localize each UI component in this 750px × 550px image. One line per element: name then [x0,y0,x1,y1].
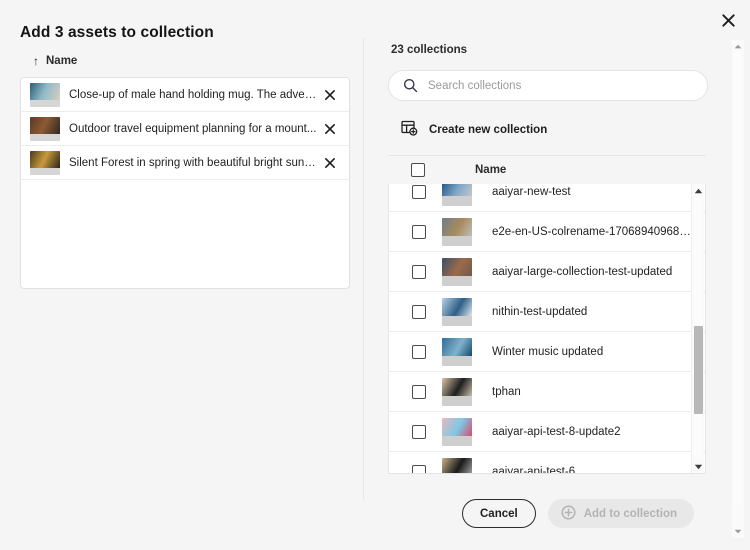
assets-name-column-label: Name [46,55,77,67]
scrollbar-thumb[interactable] [694,326,703,414]
collection-row[interactable]: Winter music updated [389,332,706,372]
page-title: Add 3 assets to collection [20,24,214,42]
create-new-collection-button[interactable]: Create new collection [388,117,708,143]
collection-thumbnail [442,418,472,446]
collection-row[interactable]: nithin-test-updated [389,292,706,332]
search-collections-field[interactable] [388,70,708,101]
collection-checkbox[interactable] [412,465,426,475]
asset-thumbnail [30,83,60,107]
collection-row[interactable]: aaiyar-large-collection-test-updated [389,252,706,292]
create-collection-icon [401,120,418,141]
collection-checkbox[interactable] [412,385,426,399]
chevron-up-icon [734,44,742,49]
collections-list: aaiyar-new-test e2e-en-US-colrename-17068… [388,184,706,474]
close-icon [324,123,336,135]
collection-name: aaiyar-api-test-6 [492,466,575,475]
sort-ascending-icon[interactable]: ↑ [33,55,39,67]
remove-asset-button[interactable] [317,82,343,108]
collection-checkbox[interactable] [412,425,426,439]
collection-thumbnail [442,258,472,286]
collections-name-column-label: Name [475,164,506,176]
search-input[interactable] [428,80,693,92]
collections-count-label: 23 collections [388,44,708,56]
search-icon [403,78,419,93]
collection-thumbnail [442,218,472,246]
close-icon [324,157,336,169]
scroll-up-button[interactable] [692,184,705,198]
collection-name: nithin-test-updated [492,306,587,318]
panel-divider [363,38,364,500]
collection-row[interactable]: aaiyar-api-test-6 [389,452,706,474]
dialog-footer: Cancel Add to collection [0,499,712,528]
collections-list-scrollbar[interactable] [691,184,704,474]
collection-row[interactable]: tphan [389,372,706,412]
chevron-down-icon [694,464,703,470]
collection-row[interactable]: aaiyar-api-test-8-update2 [389,412,706,452]
select-all-checkbox[interactable] [411,163,425,177]
collection-name: aaiyar-api-test-8-update2 [492,426,621,438]
asset-row: Close-up of male hand holding mug. The a… [21,78,349,112]
asset-row: Silent Forest in spring with beautiful b… [21,146,349,180]
collection-checkbox[interactable] [412,225,426,239]
create-new-collection-label: Create new collection [429,124,547,136]
assets-column-header: ↑ Name [20,50,350,72]
add-to-collection-label: Add to collection [584,508,677,520]
collection-thumbnail [442,378,472,406]
selected-assets-panel: ↑ Name Close-up of male hand holding mug… [20,50,350,289]
collection-row[interactable]: e2e-en-US-colrename-1706894096823 r... [389,212,706,252]
collection-checkbox[interactable] [412,185,426,199]
collection-thumbnail [442,298,472,326]
dialog-root: Add 3 assets to collection ↑ Name Close-… [0,0,750,550]
collections-table-header: Name [388,156,708,184]
remove-asset-button[interactable] [317,150,343,176]
collection-checkbox[interactable] [412,265,426,279]
asset-name: Outdoor travel equipment planning for a … [69,123,317,135]
plus-circle-icon [561,505,576,523]
close-icon [721,13,736,28]
selected-assets-list: Close-up of male hand holding mug. The a… [20,77,350,289]
collection-checkbox[interactable] [412,345,426,359]
asset-row: Outdoor travel equipment planning for a … [21,112,349,146]
collection-thumbnail [442,458,472,475]
page-scroll-up-button[interactable] [732,40,744,53]
chevron-up-icon [694,188,703,194]
asset-name: Silent Forest in spring with beautiful b… [69,157,317,169]
scroll-down-button[interactable] [692,460,705,474]
page-scroll-down-button[interactable] [732,525,744,538]
remove-asset-button[interactable] [317,116,343,142]
collection-row[interactable]: aaiyar-new-test [389,184,706,212]
asset-thumbnail [30,117,60,141]
cancel-button[interactable]: Cancel [462,499,536,528]
collection-name: e2e-en-US-colrename-1706894096823 r... [492,226,692,238]
collection-name: aaiyar-large-collection-test-updated [492,266,672,278]
collections-panel: 23 collections Create new collection [388,44,708,474]
close-icon [324,89,336,101]
close-dialog-button[interactable] [712,4,744,36]
add-to-collection-button: Add to collection [548,499,694,528]
collection-name: aaiyar-new-test [492,186,571,198]
asset-name: Close-up of male hand holding mug. The a… [69,89,317,101]
collection-checkbox[interactable] [412,305,426,319]
collection-name: Winter music updated [492,346,603,358]
asset-thumbnail [30,151,60,175]
collection-thumbnail [442,184,472,206]
page-scrollbar-thumb[interactable] [734,53,742,503]
chevron-down-icon [734,529,742,534]
page-scrollbar[interactable] [732,40,744,538]
collection-thumbnail [442,338,472,366]
collection-name: tphan [492,386,521,398]
